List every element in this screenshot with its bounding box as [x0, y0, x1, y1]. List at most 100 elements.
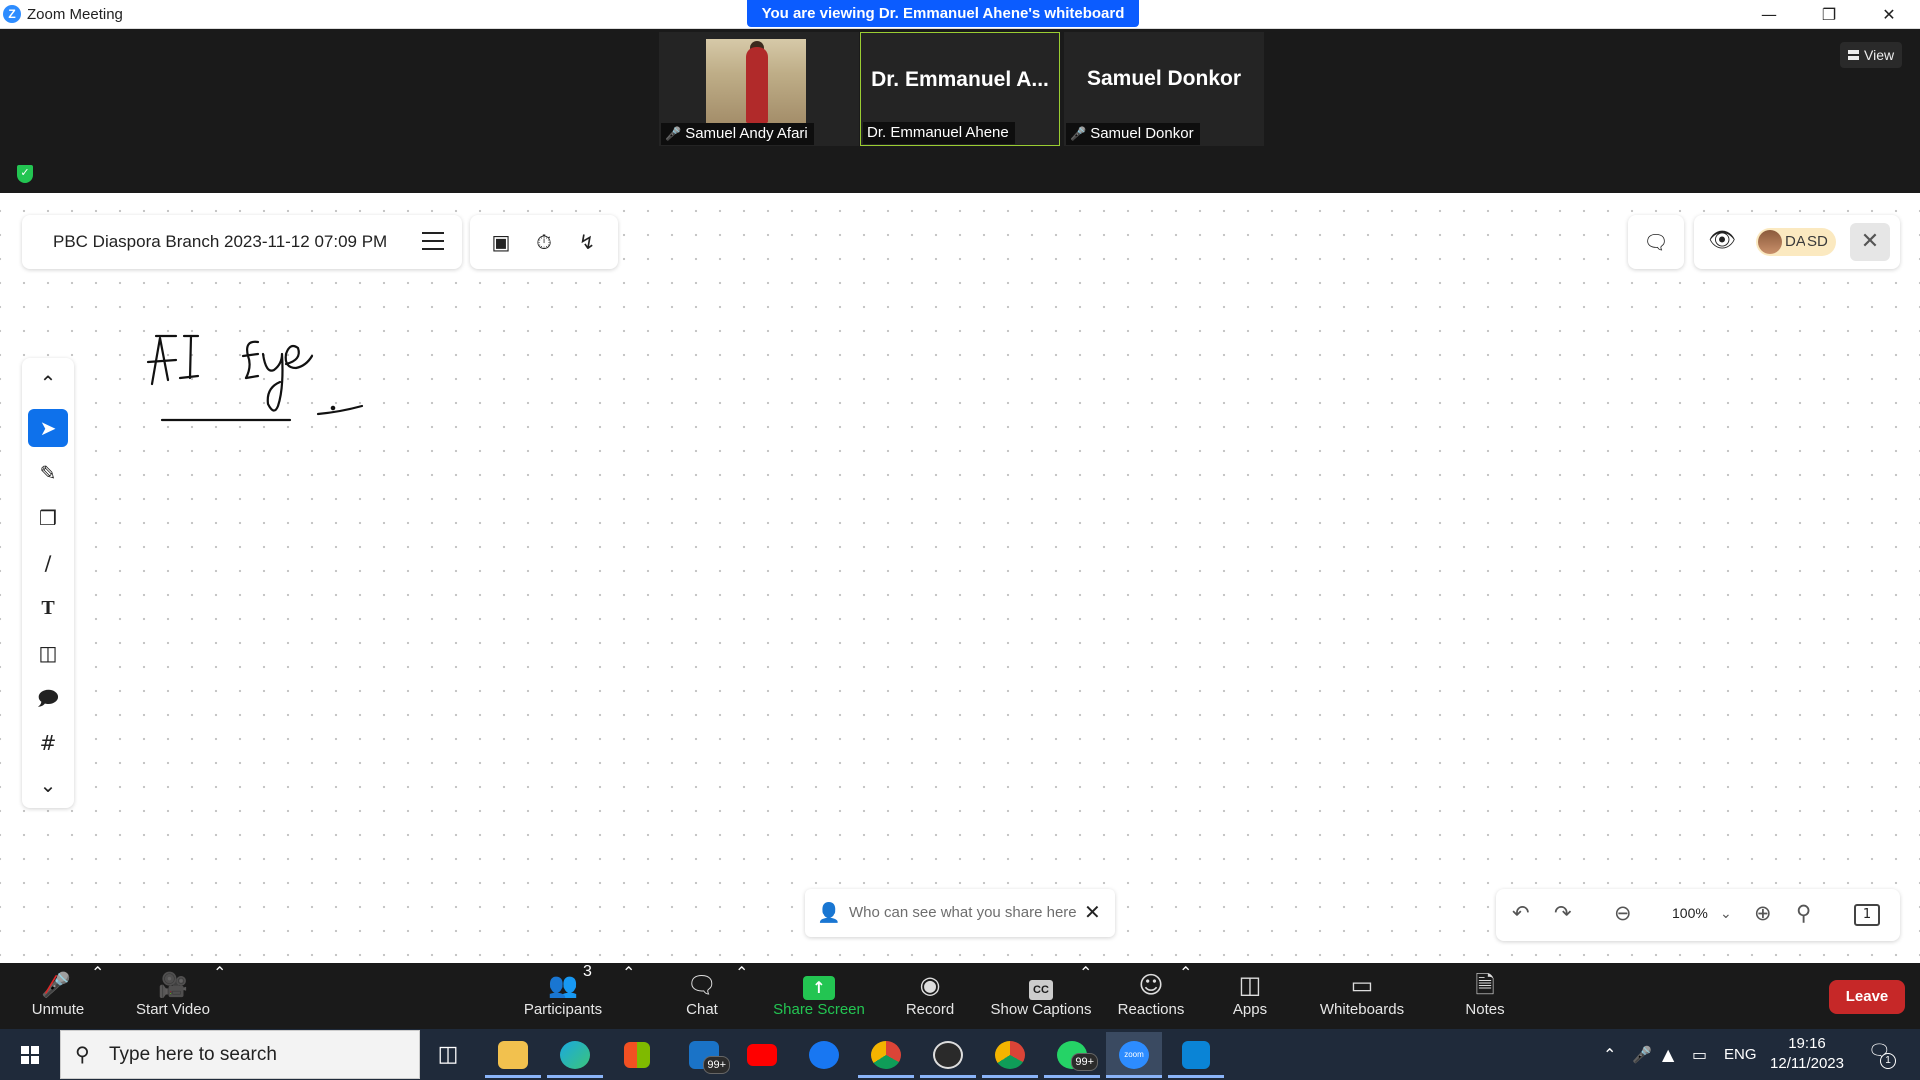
unmute-label: Unmute [31, 1001, 85, 1018]
facebook-icon[interactable] [796, 1032, 852, 1078]
whiteboard-title-panel: PBC Diaspora Branch 2023-11-12 07:09 PM [22, 215, 462, 269]
participants-icon: 👥 [548, 971, 578, 999]
window-title: Zoom Meeting [27, 6, 123, 23]
apps-button[interactable]: ◫ Apps [1222, 963, 1278, 1029]
frame-tool-icon[interactable]: # [28, 724, 68, 762]
present-icon[interactable]: ▣ [488, 229, 514, 255]
start-button[interactable] [0, 1029, 60, 1080]
zoom-logo-icon: Z [3, 5, 21, 23]
security-shield-icon[interactable]: ✓ [17, 165, 33, 183]
restore-button[interactable]: ❐ [1800, 0, 1858, 29]
map-pin-icon[interactable]: ⚲ [1796, 901, 1811, 925]
audio-options-chevron-icon[interactable]: ⌃ [91, 963, 104, 1029]
laser-pointer-icon[interactable]: ↯ [574, 229, 600, 255]
start-video-button[interactable]: 🎥 Start Video [130, 963, 216, 1029]
pen-tool-icon[interactable]: ✎ [28, 454, 68, 492]
menu-icon[interactable] [422, 232, 444, 250]
captions-chevron-icon[interactable]: ⌃ [1079, 963, 1092, 1029]
zoom-in-icon[interactable]: ⊕ [1754, 901, 1772, 925]
chat-button[interactable]: 🗨 Chat [670, 963, 734, 1029]
grid-icon [1848, 50, 1859, 60]
taskbar-clock[interactable]: 19:16 12/11/2023 [1762, 1034, 1852, 1074]
meeting-controls-bar: 🎤⁄ Unmute ⌃ 🎥 Start Video ⌃ 👥 Participan… [0, 963, 1920, 1029]
line-tool-icon[interactable]: ∕ [28, 544, 68, 582]
whatsapp-icon[interactable]: 99+ [1044, 1032, 1100, 1078]
zoom-app-icon[interactable]: zoom [1106, 1032, 1162, 1078]
minimize-button[interactable]: — [1740, 0, 1798, 29]
participants-button[interactable]: 👥 Participants [520, 963, 606, 1029]
participant-name: Dr. Emmanuel Ahene [867, 124, 1009, 141]
comment-icon[interactable]: 🗨 [1643, 229, 1669, 255]
reactions-icon: ☺ [1138, 971, 1164, 999]
follow-eye-icon[interactable]: 👁 [1708, 228, 1736, 253]
file-explorer-icon[interactable] [485, 1032, 541, 1078]
participant-tile[interactable]: 🎤 Samuel Andy Afari [659, 32, 859, 146]
chrome-profile-icon[interactable] [858, 1032, 914, 1078]
handwritten-drawing[interactable] [140, 328, 380, 428]
close-whiteboard-button[interactable]: ✕ [1850, 223, 1890, 261]
notification-center-icon[interactable]: 🗨 1 [1868, 1041, 1898, 1069]
pages-icon[interactable]: 1 [1854, 904, 1880, 926]
leave-button[interactable]: Leave [1829, 980, 1905, 1014]
muted-mic-icon: 🎤 [1070, 126, 1087, 141]
viewing-banner[interactable]: You are viewing Dr. Emmanuel Ahene's whi… [747, 0, 1139, 27]
redo-icon[interactable]: ↷ [1554, 901, 1572, 925]
media-player-icon[interactable] [920, 1032, 976, 1078]
microphone-tray-icon[interactable]: 🎤 [1632, 1029, 1652, 1080]
apps-label: Apps [1232, 1001, 1268, 1018]
close-icon[interactable]: ✕ [1084, 900, 1101, 924]
collaborator-avatars[interactable]: DA SD [1756, 228, 1836, 256]
share-notice-text[interactable]: Who can see what you share here [849, 904, 1077, 921]
reactions-chevron-icon[interactable]: ⌃ [1179, 963, 1192, 1029]
zoom-controls-panel: ↶ ↷ ⊖ 100% ⌄ ⊕ ⚲ 1 [1496, 889, 1900, 941]
whiteboards-label: Whiteboards [1319, 1001, 1405, 1018]
collapse-up-icon[interactable]: ⌃ [28, 364, 68, 402]
show-hidden-icons-chevron-icon[interactable]: ⌃ [1603, 1029, 1616, 1080]
sticky-note-icon[interactable]: ◫ [28, 634, 68, 672]
notes-label: Notes [1465, 1001, 1505, 1018]
participant-tile-active-speaker[interactable]: Dr. Emmanuel A... Dr. Emmanuel Ahene [860, 32, 1060, 146]
vscode-icon[interactable] [1168, 1032, 1224, 1078]
battery-icon[interactable]: ▭ [1692, 1029, 1707, 1080]
reactions-label: Reactions [1117, 1001, 1185, 1018]
search-input[interactable] [109, 1041, 409, 1069]
whatsapp-badge: 99+ [1071, 1053, 1098, 1071]
text-tool-icon[interactable]: T [28, 589, 68, 627]
taskbar-search[interactable]: ⚲ [60, 1030, 420, 1079]
unmute-button[interactable]: 🎤⁄ Unmute [22, 963, 94, 1029]
whiteboards-button[interactable]: ▭ Whiteboards [1312, 963, 1412, 1029]
select-tool-icon[interactable]: ➤ [28, 409, 68, 447]
zoom-out-icon[interactable]: ⊖ [1614, 901, 1632, 925]
undo-icon[interactable]: ↶ [1512, 901, 1530, 925]
chat-chevron-icon[interactable]: ⌃ [735, 963, 748, 1029]
share-screen-icon: ↑ [772, 963, 866, 1001]
participants-chevron-icon[interactable]: ⌃ [622, 963, 635, 1029]
muted-mic-icon: 🎤⁄ [41, 971, 71, 999]
close-window-button[interactable]: ✕ [1860, 0, 1918, 29]
reactions-button[interactable]: ☺ Reactions [1114, 963, 1188, 1029]
video-options-chevron-icon[interactable]: ⌃ [213, 963, 226, 1029]
timer-icon[interactable]: ⏱ [531, 229, 557, 255]
chrome-icon[interactable] [982, 1032, 1038, 1078]
task-view-icon[interactable]: ◫ [420, 1032, 476, 1078]
shapes-tool-icon[interactable]: ❒ [28, 499, 68, 537]
notes-button[interactable]: 🗎 Notes [1455, 963, 1515, 1029]
comment-tool-icon[interactable]: 🗩 [28, 679, 68, 717]
whiteboard-title[interactable]: PBC Diaspora Branch 2023-11-12 07:09 PM [53, 232, 387, 252]
input-language[interactable]: ENG [1724, 1029, 1757, 1080]
share-screen-button[interactable]: ↑ Share Screen [772, 963, 866, 1029]
zoom-dropdown-icon[interactable]: ⌄ [1720, 906, 1732, 922]
youtube-icon[interactable] [734, 1032, 790, 1078]
muted-mic-icon: 🎤 [665, 126, 682, 141]
whiteboard-canvas[interactable]: PBC Diaspora Branch 2023-11-12 07:09 PM … [0, 193, 1920, 963]
mail-icon[interactable]: 99+ [676, 1032, 732, 1078]
participant-name-tag: 🎤 Samuel Andy Afari [661, 123, 814, 145]
network-icon[interactable]: ▲ [1662, 1029, 1674, 1080]
edge-browser-icon[interactable] [547, 1032, 603, 1078]
view-button[interactable]: View [1840, 42, 1903, 68]
participant-tile[interactable]: Samuel Donkor 🎤 Samuel Donkor [1064, 32, 1264, 146]
zoom-level[interactable]: 100% [1672, 905, 1708, 921]
record-button[interactable]: ◉ Record [896, 963, 964, 1029]
microsoft-store-icon[interactable] [609, 1032, 665, 1078]
collapse-down-icon[interactable]: ⌄ [28, 766, 68, 804]
